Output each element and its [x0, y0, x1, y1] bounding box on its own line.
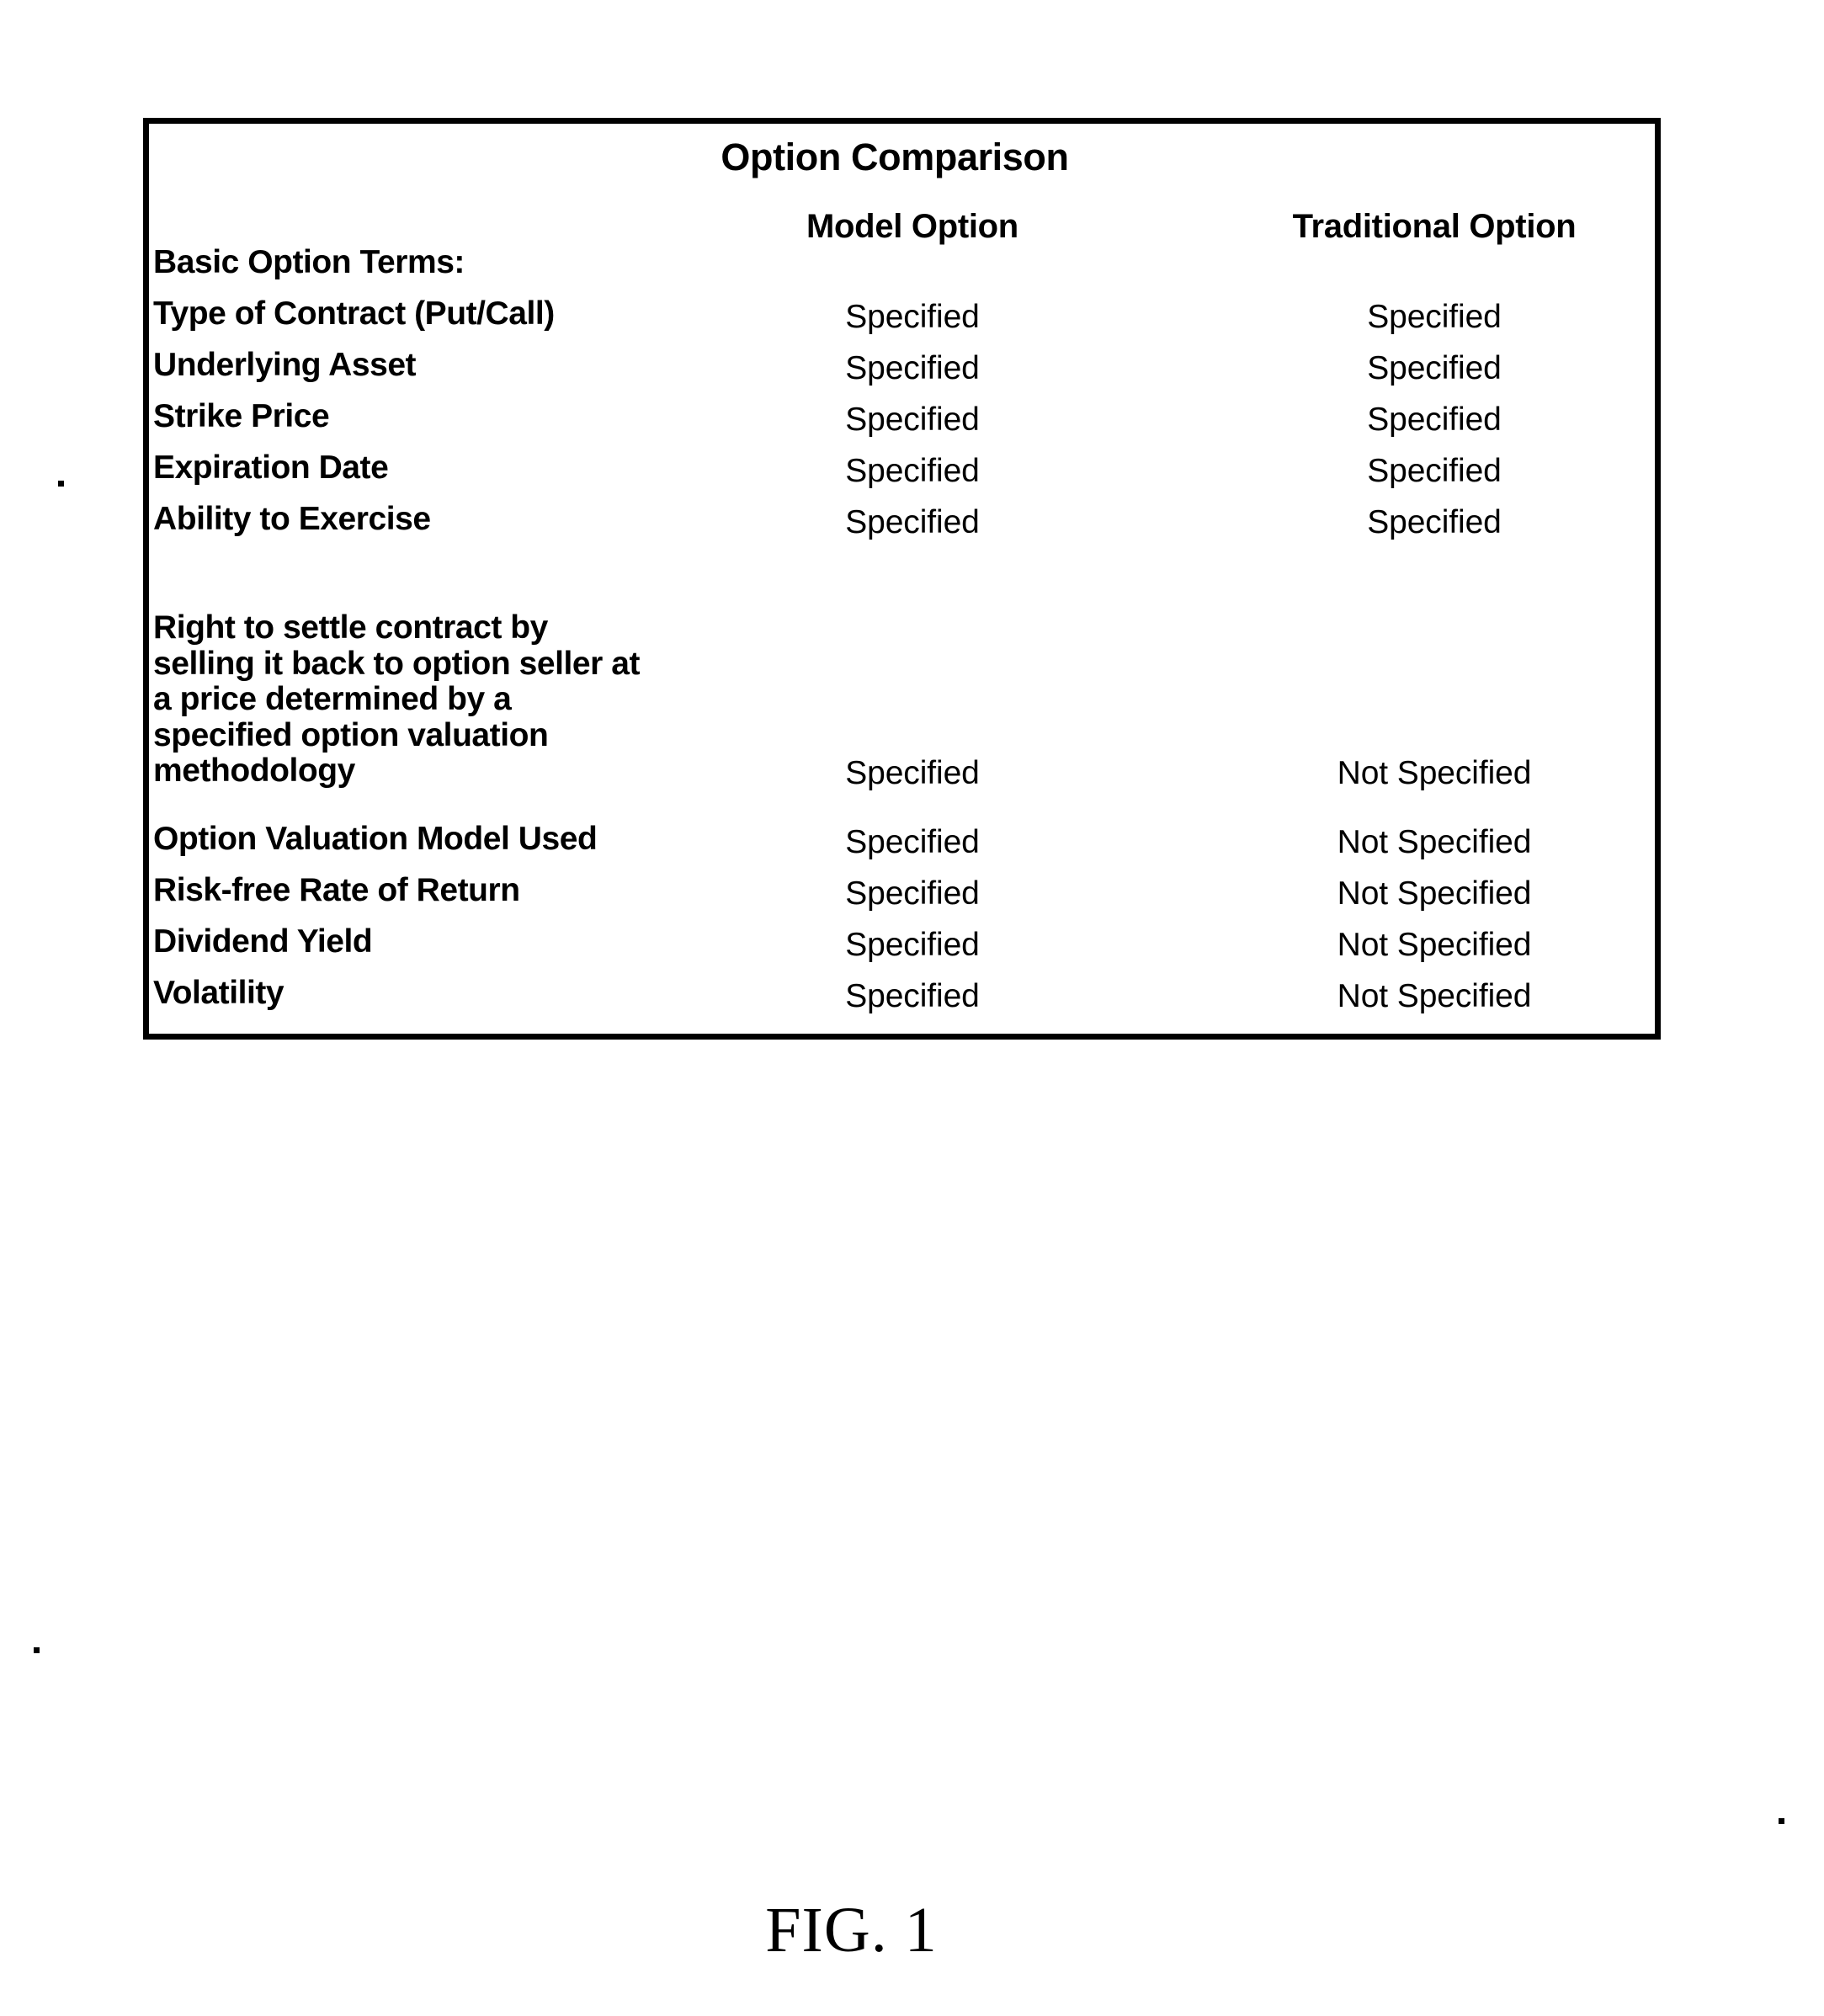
- row-value-model: Specified: [845, 299, 980, 335]
- row-label-line: methodology: [153, 753, 355, 789]
- table-title: Option Comparison: [149, 136, 1656, 179]
- row-value-traditional: Not Specified: [1337, 927, 1532, 963]
- figure-caption: FIG. 1: [0, 1894, 1824, 1967]
- row-label-multiline: Right to settle contract by selling it b…: [153, 609, 742, 790]
- column-header-model-option: Model Option: [806, 208, 1018, 245]
- row-label-line: a price determined by a: [153, 681, 512, 717]
- row-label: Dividend Yield: [153, 923, 373, 960]
- row-value-traditional: Specified: [1367, 299, 1502, 335]
- row-label: Underlying Asset: [153, 347, 417, 383]
- row-value-model: Specified: [845, 978, 980, 1014]
- row-value-traditional: Not Specified: [1337, 824, 1532, 860]
- row-value-traditional: Specified: [1367, 402, 1502, 438]
- row-value-traditional: Not Specified: [1337, 755, 1532, 791]
- figure-caption-text: FIG. 1: [765, 1895, 938, 1965]
- row-value-traditional: Not Specified: [1337, 978, 1532, 1014]
- row-value-model: Specified: [845, 453, 980, 489]
- row-value-traditional: Specified: [1367, 453, 1502, 489]
- table-title-text: Option Comparison: [721, 136, 1069, 178]
- scan-artifact-speck: [58, 481, 64, 487]
- scan-artifact-speck: [34, 1647, 40, 1653]
- row-label-line: specified option valuation: [153, 716, 549, 753]
- row-label: Expiration Date: [153, 449, 389, 486]
- row-value-model: Specified: [845, 350, 980, 386]
- row-value-model: Specified: [845, 755, 980, 791]
- column-header-traditional-option: Traditional Option: [1292, 208, 1577, 245]
- row-value-model: Specified: [845, 927, 980, 963]
- section-heading-basic-option-terms: Basic Option Terms:: [153, 244, 465, 280]
- row-label: Option Valuation Model Used: [153, 821, 598, 857]
- row-value-traditional: Not Specified: [1337, 875, 1532, 912]
- option-comparison-table: Option Comparison Model Option Tradition…: [143, 118, 1661, 1040]
- row-label: Risk-free Rate of Return: [153, 872, 520, 908]
- row-label: Volatility: [153, 975, 285, 1011]
- row-label-line: Right to settle contract by: [153, 609, 548, 646]
- row-value-traditional: Specified: [1367, 350, 1502, 386]
- row-label: Type of Contract (Put/Call): [153, 295, 555, 332]
- row-label-line: selling it back to option seller at: [153, 645, 641, 682]
- row-value-model: Specified: [845, 504, 980, 540]
- row-value-model: Specified: [845, 402, 980, 438]
- scan-artifact-speck: [1779, 1818, 1784, 1824]
- row-value-model: Specified: [845, 824, 980, 860]
- row-value-traditional: Specified: [1367, 504, 1502, 540]
- row-label: Ability to Exercise: [153, 501, 431, 537]
- row-label: Strike Price: [153, 398, 330, 434]
- row-value-model: Specified: [845, 875, 980, 912]
